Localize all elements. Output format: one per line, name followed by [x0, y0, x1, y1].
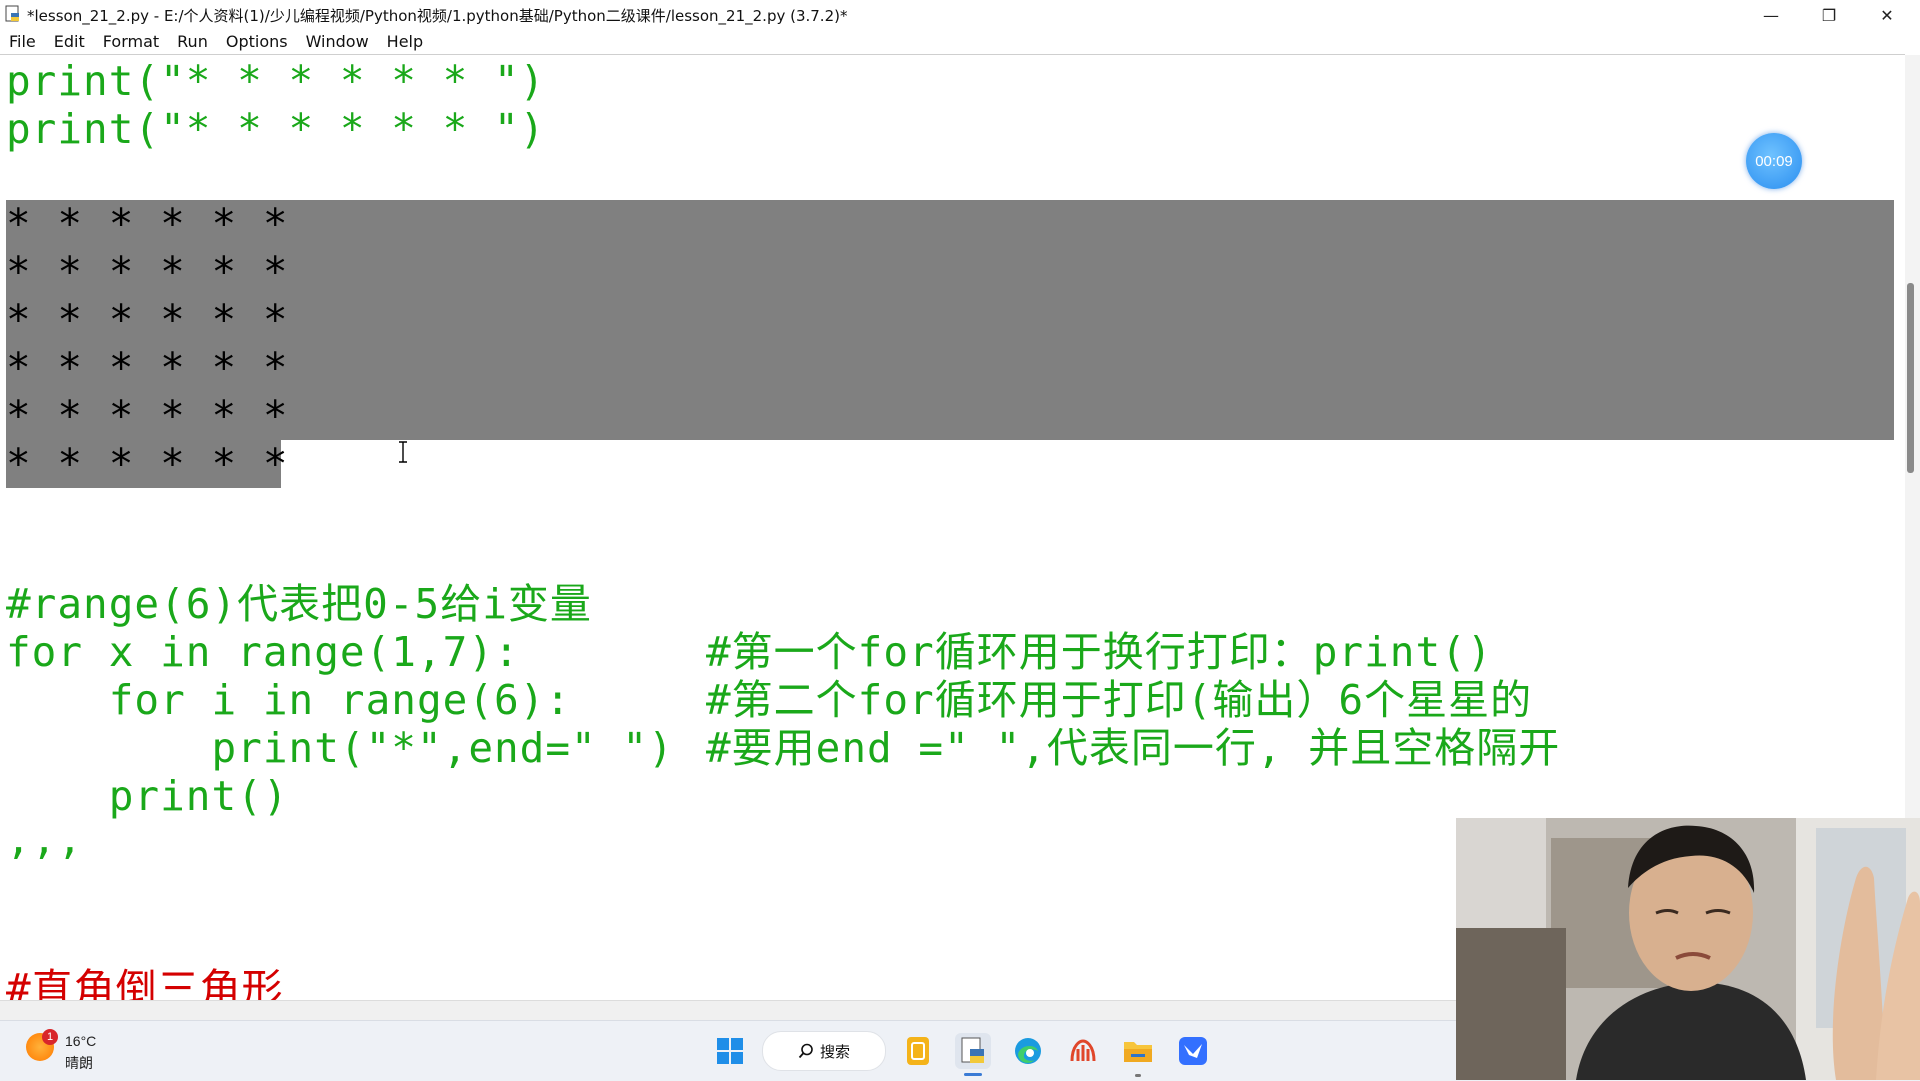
code-print-empty[interactable]: print(): [6, 772, 289, 820]
windows-start-icon[interactable]: [712, 1033, 748, 1069]
comment-print-star[interactable]: #要用end =" ",代表同一行, 并且空格隔开: [706, 724, 1560, 772]
minimize-button[interactable]: —: [1742, 0, 1800, 30]
restore-button[interactable]: ❐: [1800, 0, 1858, 30]
code-print-star[interactable]: print("*",end=" "): [6, 724, 674, 772]
menu-run[interactable]: Run: [168, 30, 217, 54]
huawei-app-icon[interactable]: [1065, 1033, 1101, 1069]
menu-options[interactable]: Options: [217, 30, 297, 54]
code-line-print-1[interactable]: print("* * * * * * "): [6, 57, 545, 105]
edge-browser-icon[interactable]: [1010, 1033, 1046, 1069]
scrollbar-thumb[interactable]: [1907, 283, 1914, 473]
star-row[interactable]: * * * * * *: [6, 200, 289, 248]
menu-edit[interactable]: Edit: [45, 30, 94, 54]
notes-app-icon[interactable]: [900, 1033, 936, 1069]
minimize-icon: —: [1763, 5, 1779, 25]
code-line-print-2[interactable]: print("* * * * * * "): [6, 105, 545, 153]
star-row[interactable]: * * * * * *: [6, 440, 289, 488]
title-bar: *lesson_21_2.py - E:/个人资料(1)/少儿编程视频/Pyth…: [0, 0, 1920, 30]
star-row[interactable]: * * * * * *: [6, 248, 289, 296]
window-title: *lesson_21_2.py - E:/个人资料(1)/少儿编程视频/Pyth…: [27, 7, 848, 25]
weather-temperature[interactable]: 16°C: [65, 1033, 96, 1049]
menu-file[interactable]: File: [0, 30, 45, 54]
close-button[interactable]: ✕: [1858, 0, 1916, 30]
active-app-indicator: [964, 1073, 982, 1076]
code-for-outer[interactable]: for x in range(1,7):: [6, 628, 520, 676]
star-row[interactable]: * * * * * *: [6, 392, 289, 440]
weather-description[interactable]: 晴朗: [65, 1053, 93, 1073]
weather-badge: 1: [42, 1029, 58, 1045]
menu-window[interactable]: Window: [297, 30, 378, 54]
search-label: 搜索: [819, 1042, 850, 1061]
search-icon: [798, 1043, 813, 1059]
text-cursor-icon: [399, 441, 407, 463]
star-row[interactable]: * * * * * *: [6, 344, 289, 392]
code-triple-quote[interactable]: ,,,: [6, 815, 83, 863]
file-explorer-icon[interactable]: [1120, 1033, 1156, 1069]
menu-bar: File Edit Format Run Options Window Help: [0, 30, 1920, 54]
feishu-app-icon[interactable]: [1175, 1033, 1211, 1069]
comment-for-inner[interactable]: #第二个for循环用于打印(输出）6个星星的: [706, 676, 1532, 724]
restore-icon: ❐: [1821, 5, 1837, 25]
webcam-video-overlay: [1456, 818, 1920, 1080]
taskbar-search[interactable]: 搜索: [762, 1031, 886, 1071]
presenter-video-frame: [1456, 818, 1920, 1080]
menu-help[interactable]: Help: [378, 30, 432, 54]
text-selection: [6, 200, 1894, 440]
recording-timer[interactable]: 00:09: [1746, 133, 1802, 189]
running-app-indicator: [1135, 1074, 1141, 1077]
menu-format[interactable]: Format: [94, 30, 168, 54]
python-idle-icon: [5, 5, 19, 22]
code-for-inner[interactable]: for i in range(6):: [6, 676, 571, 724]
star-row[interactable]: * * * * * *: [6, 296, 289, 344]
comment-range[interactable]: #range(6)代表把0-5给i变量: [6, 580, 592, 628]
comment-for-outer[interactable]: #第一个for循环用于换行打印：print(): [706, 628, 1493, 676]
close-icon: ✕: [1880, 5, 1894, 25]
heading-comment[interactable]: #直角倒三角形: [6, 965, 284, 1000]
python-idle-icon[interactable]: [955, 1033, 991, 1069]
